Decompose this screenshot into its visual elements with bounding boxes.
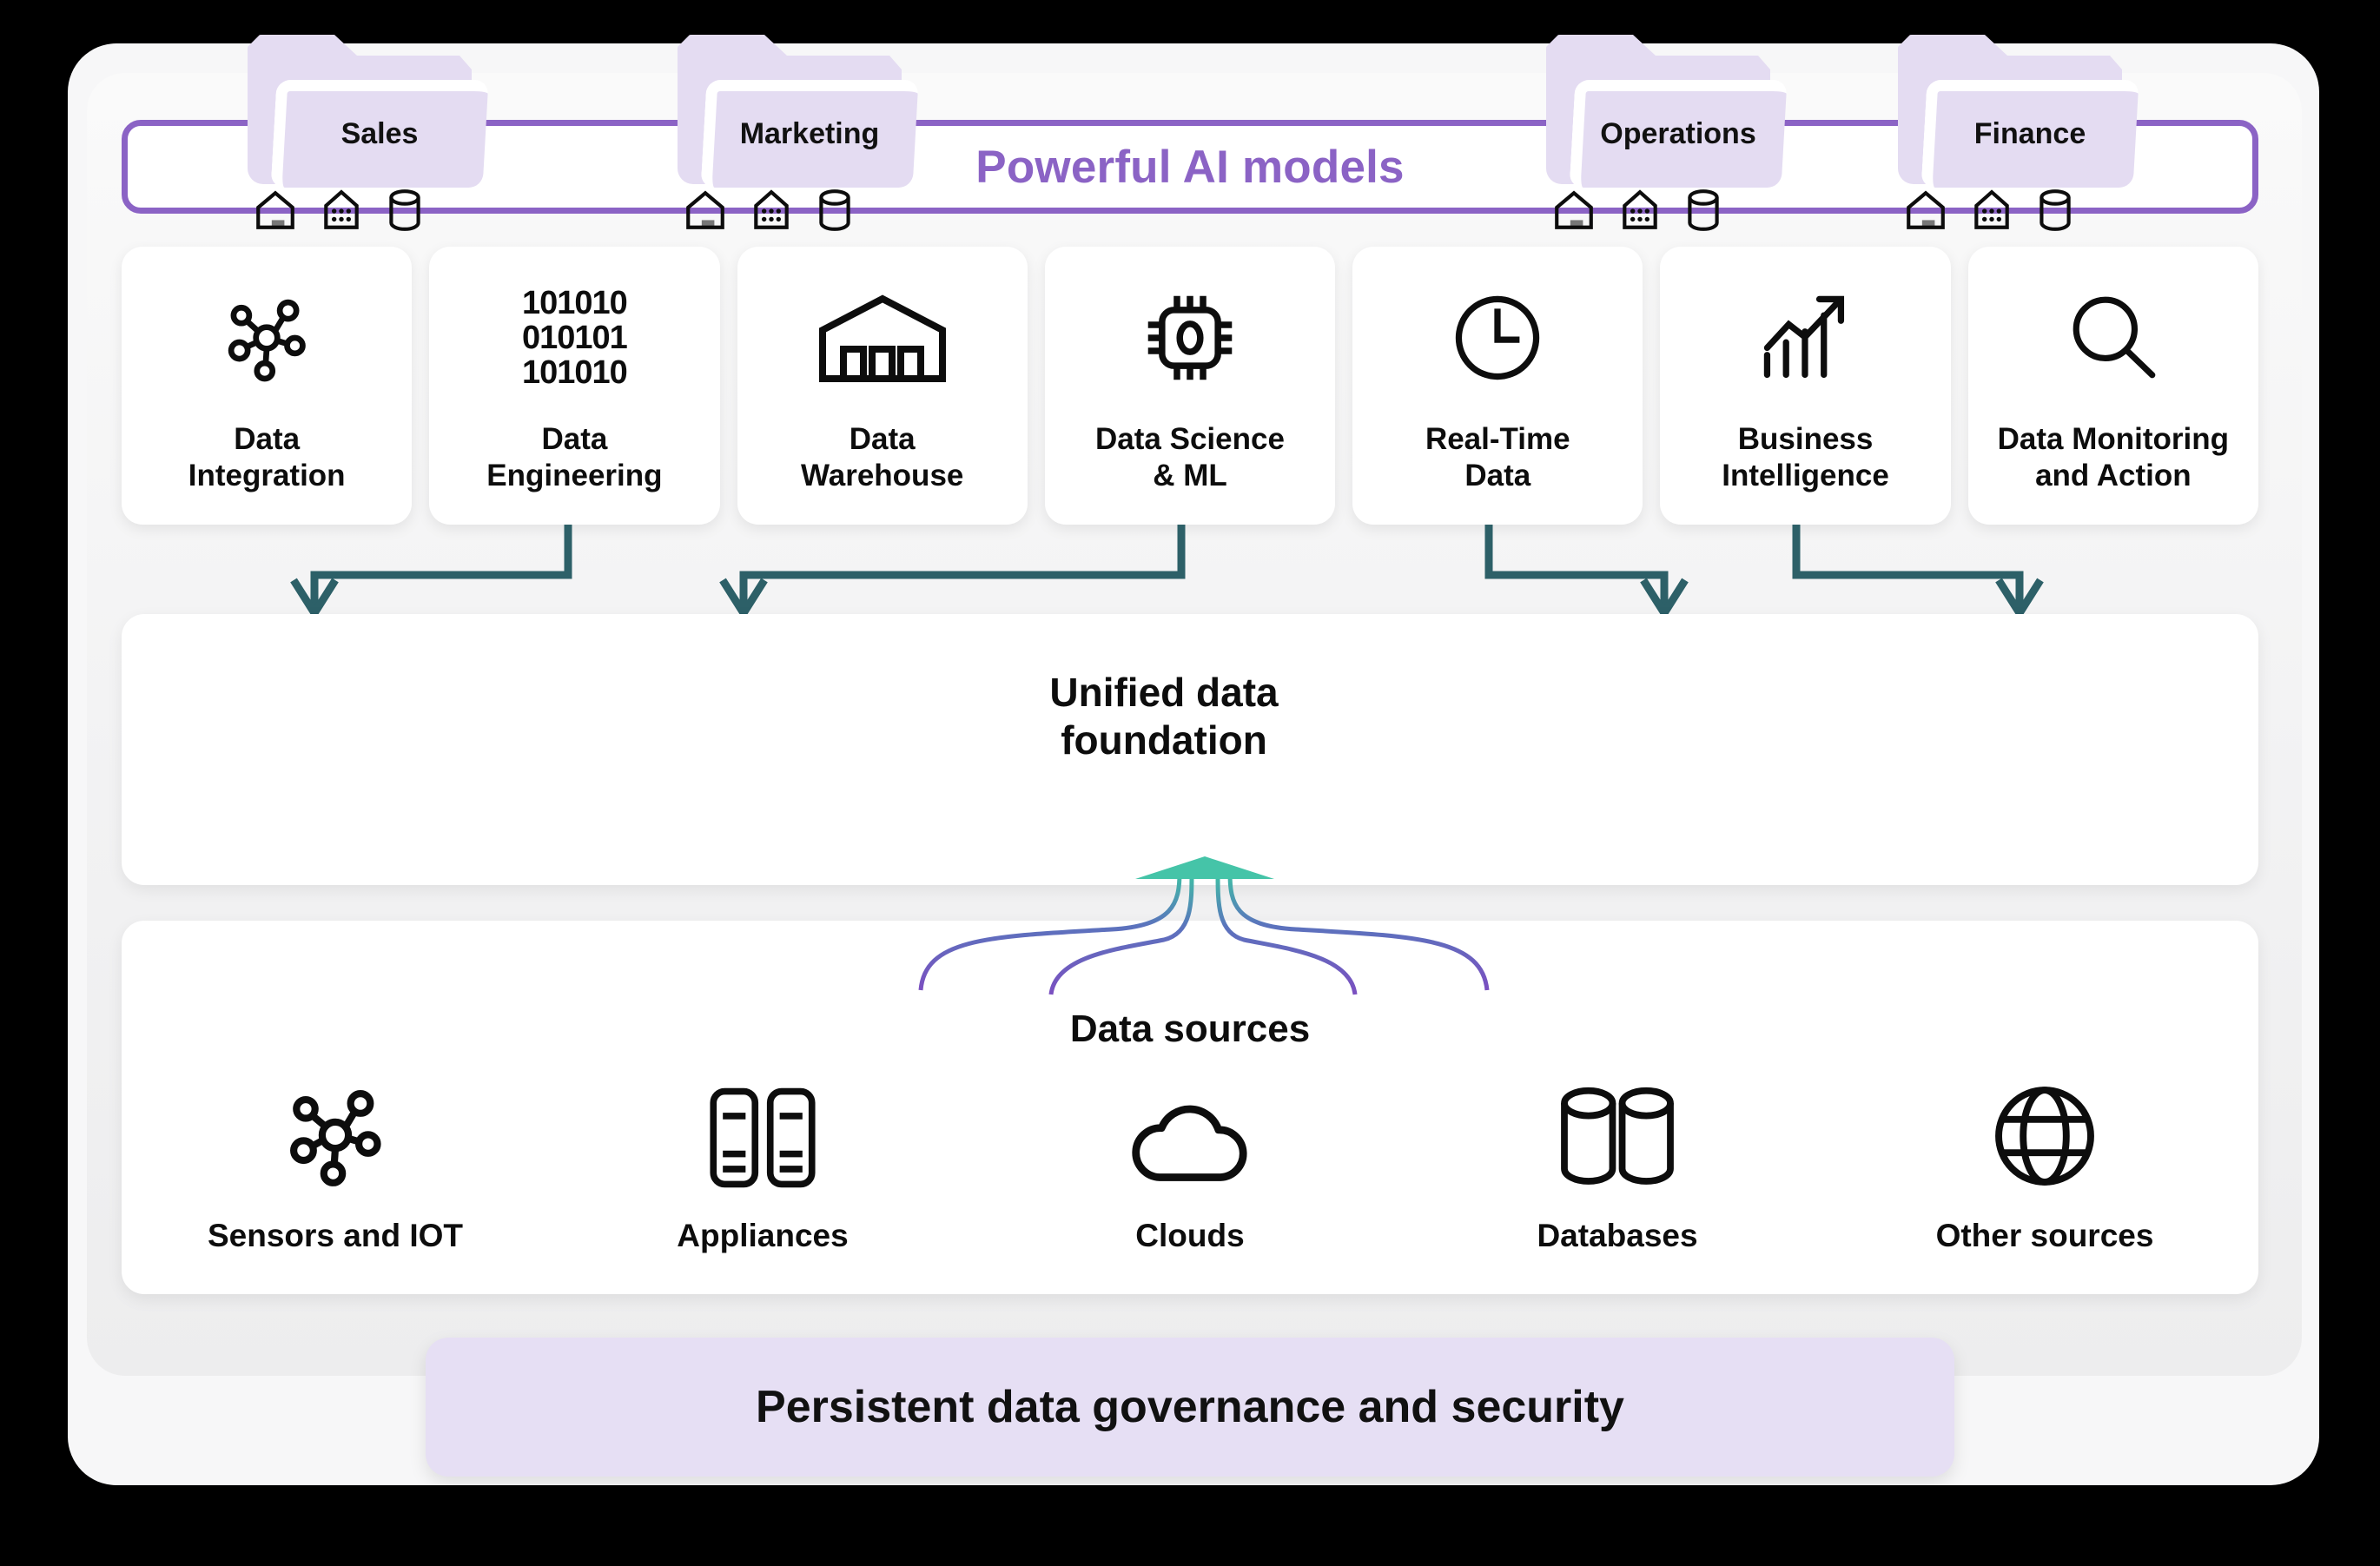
capability-label: Data Science & ML: [1095, 421, 1285, 493]
server-racks-icon: [705, 1068, 820, 1190]
capability-card-data-warehouse[interactable]: Data Warehouse: [737, 247, 1028, 525]
folder-mini-icons: [253, 188, 425, 233]
binary-line-3: 101010: [522, 354, 628, 392]
binary-line-1: 101010: [522, 284, 628, 321]
source-item-databases[interactable]: Databases: [1404, 1068, 1831, 1254]
source-item-sensors-iot[interactable]: Sensors and IOT: [122, 1068, 549, 1254]
folder-sales[interactable]: Sales: [248, 35, 489, 231]
warehouse-icon: [817, 281, 948, 394]
governance-bar: Persistent data governance and security: [426, 1338, 1954, 1477]
folder-mini-icons: [1903, 188, 2075, 233]
capability-card-data-engineering[interactable]: 101010 010101 101010 Data Engineering: [429, 247, 720, 525]
data-sources-title: Data sources: [1069, 1008, 1311, 1050]
database-cylinders-icon: [1557, 1068, 1677, 1190]
source-label: Appliances: [677, 1218, 849, 1253]
data-sources-row: Sensors and IOT Appliances Clouds Databa…: [122, 1068, 2258, 1254]
database-cylinder-icon: [819, 189, 850, 231]
globe-icon: [1991, 1068, 2099, 1190]
datamart-building-icon: [1974, 189, 2009, 229]
source-label: Other sources: [1935, 1218, 2154, 1253]
capability-label: Data Warehouse: [801, 421, 964, 493]
capability-card-data-science-ml[interactable]: Data Science & ML: [1044, 247, 1336, 525]
magnifier-icon: [2065, 281, 2162, 394]
source-label: Databases: [1537, 1218, 1698, 1253]
capability-card-real-time-data[interactable]: Real-Time Data: [1352, 247, 1643, 525]
hub-nodes-icon: [281, 1068, 390, 1190]
home-icon: [686, 190, 724, 229]
unified-data-foundation-title: Unified data foundation: [1049, 670, 1279, 763]
capability-label: Business Intelligence: [1722, 421, 1889, 493]
datamart-building-icon: [324, 189, 359, 229]
folder-label: Finance: [1973, 116, 2086, 150]
capability-label: Data Monitoring and Action: [1997, 421, 2230, 493]
governance-text: Persistent data governance and security: [756, 1382, 1624, 1432]
datamart-building-icon: [754, 189, 789, 229]
source-label: Clouds: [1135, 1218, 1245, 1253]
home-icon: [256, 190, 294, 229]
capability-label: Data Integration: [188, 421, 346, 493]
capability-card-data-monitoring[interactable]: Data Monitoring and Action: [1967, 247, 2258, 525]
capability-label: Data Engineering: [486, 421, 663, 493]
capability-card-data-integration[interactable]: Data Integration: [122, 247, 413, 525]
folder-operations[interactable]: Operations: [1546, 35, 1788, 231]
folder-marketing[interactable]: Marketing: [678, 35, 919, 231]
capability-card-row: Data Integration 101010 010101 101010 Da…: [122, 247, 2258, 525]
folder-label: Sales: [340, 116, 419, 150]
folder-label: Operations: [1600, 116, 1756, 150]
binary-line-2: 010101: [522, 319, 628, 356]
home-icon: [1907, 190, 1945, 229]
capability-label: Real-Time Data: [1425, 421, 1570, 493]
banner-title: Powerful AI models: [975, 141, 1405, 193]
database-cylinder-icon: [2040, 189, 2071, 231]
growth-chart-icon: [1755, 281, 1857, 394]
folder-mini-icons: [683, 188, 855, 233]
capability-card-business-intelligence[interactable]: Business Intelligence: [1660, 247, 1951, 525]
folder-finance[interactable]: Finance: [1898, 35, 2139, 231]
source-item-appliances[interactable]: Appliances: [549, 1068, 976, 1254]
folder-label: Marketing: [739, 116, 880, 150]
source-label: Sensors and IOT: [207, 1218, 463, 1253]
diagram-canvas: Powerful AI models Data Integration 1010…: [0, 0, 2380, 1566]
source-item-other-sources[interactable]: Other sources: [1831, 1068, 2258, 1254]
database-cylinder-icon: [389, 189, 420, 231]
clock-icon: [1448, 281, 1547, 394]
folder-mini-icons: [1551, 188, 1723, 233]
hub-nodes-icon: [218, 281, 315, 394]
database-cylinder-icon: [1688, 189, 1719, 231]
binary-digits-icon: 101010 010101 101010: [522, 281, 628, 394]
datamart-building-icon: [1623, 189, 1657, 229]
cloud-icon: [1128, 1068, 1252, 1190]
source-item-clouds[interactable]: Clouds: [976, 1068, 1404, 1254]
chip-icon: [1139, 281, 1241, 394]
home-icon: [1555, 190, 1593, 229]
